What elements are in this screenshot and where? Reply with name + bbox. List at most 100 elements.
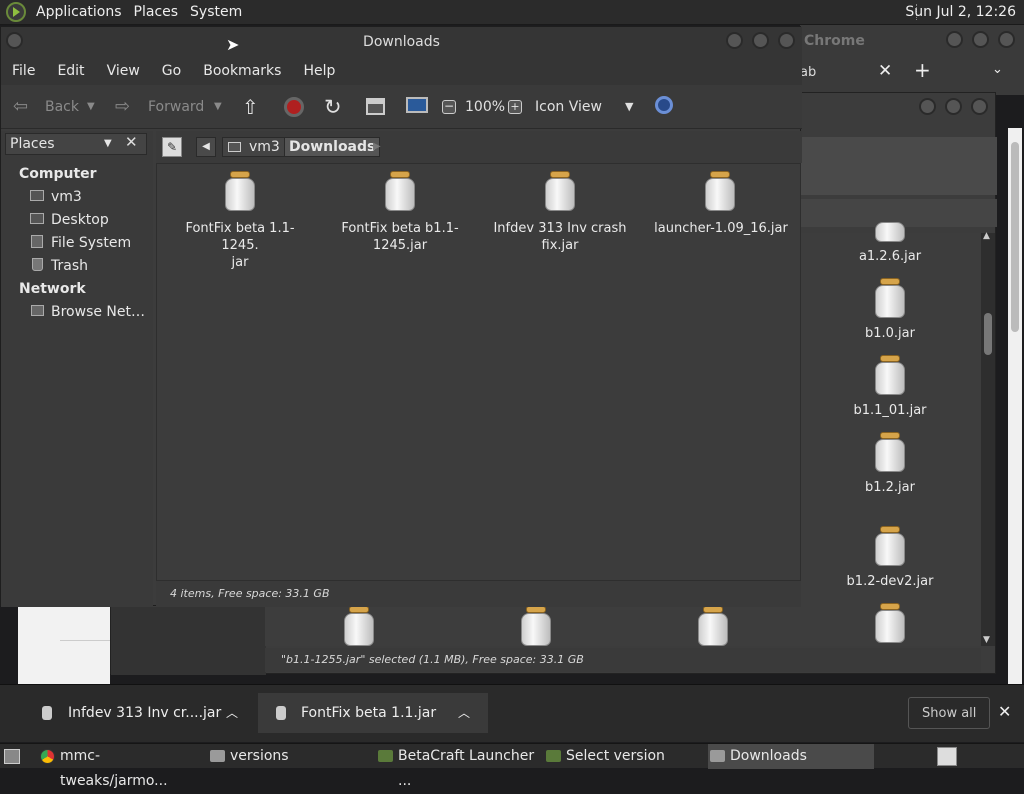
file-label[interactable]: b1.1_01.jar [830,402,950,419]
taskbar-item-downloads[interactable]: Downloads [708,744,874,769]
clock[interactable]: Sun Jul 2, 12:26 [905,4,1016,20]
back-history-icon[interactable]: ▼ [87,85,95,129]
help-menu[interactable]: Help [292,63,346,79]
maximize-button[interactable] [945,98,962,115]
minimize-button[interactable] [919,98,936,115]
chrome-scrollbar[interactable] [1008,128,1022,684]
scrollbar[interactable]: ▲ ▼ [981,231,995,646]
file-label[interactable]: a1.2.6.jar [830,248,950,265]
file-label[interactable]: b1.0.jar [830,325,950,342]
maximize-button[interactable] [752,32,769,49]
chevron-down-icon[interactable]: ▼ [104,138,112,149]
path-downloads-button[interactable]: Downloads [284,137,381,157]
jar-file-icon[interactable] [696,606,730,646]
chevron-down-icon[interactable]: ▼ [625,85,633,129]
close-button[interactable] [971,98,988,115]
jar-file-icon[interactable] [519,606,553,646]
downloads-window: Downloads File Edit View Go Bookmarks He… [0,26,802,607]
chrome-title: Chrome [804,33,865,49]
show-desktop-icon[interactable] [4,749,20,764]
system-menu[interactable]: System [184,4,248,20]
jar-file-icon[interactable] [543,171,577,211]
jar-file-icon[interactable] [873,278,907,318]
sidebar-item-vm3[interactable]: vm3 [51,189,82,205]
sidebar-item-trash[interactable]: Trash [51,258,88,274]
file-label[interactable]: launcher-1.09_16.jar [651,220,791,237]
jar-file-icon[interactable] [703,171,737,211]
back-button[interactable]: Back [45,85,79,129]
gnome-foot-icon[interactable] [6,2,26,22]
file-label[interactable]: Infdev 313 Inv crash fix.jar [490,220,630,254]
sidebar-item-browse-network[interactable]: Browse Net… [51,304,145,320]
sidebar-item-file-system[interactable]: File System [51,235,131,251]
path-vm3-label: vm3 [249,139,280,155]
edit-location-icon[interactable]: ✎ [162,137,182,157]
chevron-up-icon[interactable]: ︿ [458,693,470,733]
close-button[interactable] [778,32,795,49]
zoom-in-icon[interactable]: + [508,100,522,114]
jar-file-icon[interactable] [873,432,907,472]
taskbar-item-select-version[interactable]: Select version [544,744,704,769]
desktop-folder-icon [30,213,44,224]
taskbar-item-versions[interactable]: versions [208,744,368,769]
file-label[interactable]: b1.2.jar [830,479,950,496]
bookmarks-menu[interactable]: Bookmarks [192,63,292,79]
taskbar-item-betacraft[interactable]: BetaCraft Launcher ... [376,744,538,789]
scrollbar-thumb[interactable] [984,313,992,355]
file-label[interactable]: FontFix beta 1.1-1245. jar [175,220,305,271]
jar-file-icon[interactable] [873,603,907,643]
computer-icon[interactable] [406,97,428,113]
download-item[interactable]: FontFix beta 1.1.jar ︿ [258,693,488,733]
places-menu[interactable]: Places [128,4,185,20]
chevron-up-icon[interactable]: ︿ [226,693,238,733]
download-filename: FontFix beta 1.1.jar [301,705,437,721]
jar-file-icon[interactable] [873,526,907,566]
scroll-up-icon[interactable]: ▲ [983,231,990,241]
show-all-button[interactable]: Show all [908,697,991,729]
edit-menu[interactable]: Edit [46,63,95,79]
forward-button[interactable]: Forward [148,85,204,129]
go-menu[interactable]: Go [151,63,192,79]
jar-file-icon[interactable] [873,355,907,395]
scroll-down-icon[interactable]: ▼ [983,635,990,645]
window-titlebar[interactable]: Downloads [1,27,802,57]
view-menu[interactable]: View [96,63,151,79]
download-item[interactable]: Infdev 313 Inv cr....jar ︿ [30,693,246,733]
jar-file-icon[interactable] [223,171,257,211]
file-menu[interactable]: File [1,63,46,79]
tab-close-icon[interactable]: ✕ [878,61,892,81]
chevron-down-icon[interactable]: ⌄ [992,62,1003,77]
file-label[interactable]: b1.2-dev2.jar [830,573,950,590]
jar-file-icon[interactable] [383,171,417,211]
minimize-button[interactable] [946,31,963,48]
path-back-icon[interactable]: ◀ [196,137,216,157]
applications-menu[interactable]: Applications [30,4,128,20]
top-panel: Applications Places System Sun Jul 2, 12… [0,0,1024,25]
file-label[interactable]: FontFix beta b1.1- 1245.jar [335,220,465,254]
view-mode-select[interactable]: Icon View [535,85,602,129]
minimize-button[interactable] [726,32,743,49]
sidebar-item-desktop[interactable]: Desktop [51,212,109,228]
workspace-switcher[interactable] [937,747,957,766]
back-arrow-icon[interactable]: ⇦ [13,85,28,129]
forward-arrow-icon[interactable]: ⇨ [115,85,130,129]
window-menu-button[interactable] [6,32,23,49]
path-bar: ✎ ◀ vm3 Downloads ▶ [156,131,802,163]
search-icon[interactable] [655,96,673,114]
close-sidebar-icon[interactable]: ✕ [125,133,138,151]
chrome-scrollbar-thumb[interactable] [1011,142,1019,332]
chrome-tab[interactable]: ab [800,65,816,80]
new-tab-icon[interactable]: + [914,58,931,82]
close-downloads-bar-icon[interactable]: ✕ [998,702,1011,721]
home-icon[interactable] [366,98,385,115]
maximize-button[interactable] [972,31,989,48]
forward-history-icon[interactable]: ▼ [214,85,222,129]
taskbar-item-chrome[interactable]: mmc-tweaks/jarmo... [38,744,198,789]
close-button[interactable] [998,31,1015,48]
reload-icon[interactable]: ↻ [324,85,342,129]
zoom-out-icon[interactable]: − [442,100,456,114]
up-arrow-icon[interactable]: ⇧ [242,85,259,129]
stop-icon[interactable] [284,97,304,117]
jar-file-icon[interactable] [342,606,376,646]
path-forward-icon[interactable]: ▶ [373,141,381,152]
